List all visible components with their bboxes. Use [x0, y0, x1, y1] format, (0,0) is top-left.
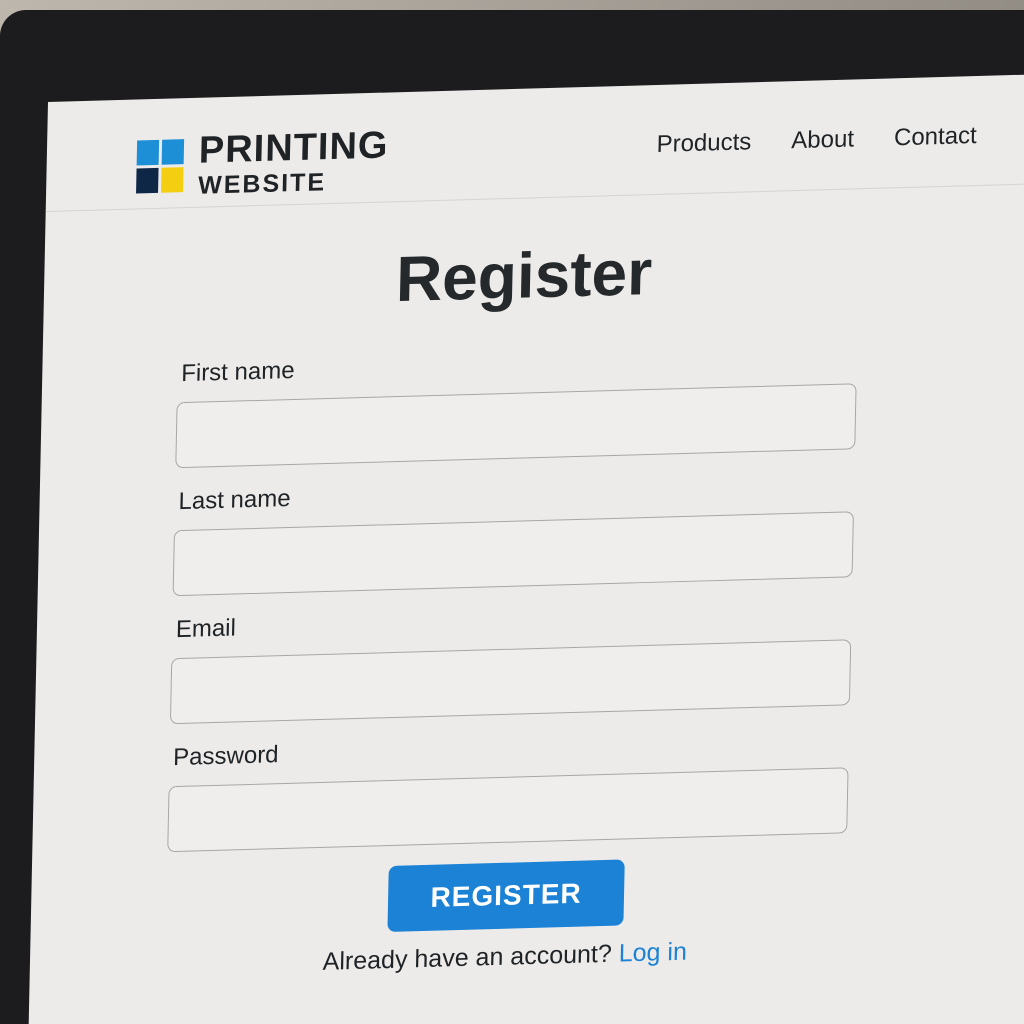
register-button[interactable]: REGISTER: [387, 859, 625, 933]
monitor-bezel: PRINTING WEBSITE Products About Contact …: [0, 10, 1024, 1024]
first-name-label: First name: [180, 356, 295, 388]
site-header: PRINTING WEBSITE Products About Contact: [45, 73, 1024, 212]
logo-line-1: PRINTING: [198, 124, 389, 172]
login-prompt-text: Already have an account?: [322, 939, 613, 976]
nav-about-link[interactable]: About: [791, 125, 854, 155]
nav-products-link[interactable]: Products: [656, 128, 751, 159]
last-name-label: Last name: [178, 484, 291, 516]
login-prompt: Already have an account? Log in: [165, 933, 846, 981]
last-name-group: Last name: [172, 469, 855, 597]
browser-screen: PRINTING WEBSITE Products About Contact …: [27, 73, 1024, 1024]
email-input[interactable]: [169, 639, 852, 725]
logo-line-2: WEBSITE: [197, 168, 327, 200]
email-group: Email: [169, 597, 852, 725]
main-nav: Products About Contact: [656, 122, 977, 159]
password-input[interactable]: [167, 767, 849, 853]
nav-contact-link[interactable]: Contact: [894, 122, 977, 152]
logo-text: PRINTING WEBSITE: [197, 124, 389, 200]
first-name-input[interactable]: [175, 383, 857, 469]
page-title: Register: [395, 236, 653, 316]
last-name-input[interactable]: [172, 511, 854, 597]
password-label: Password: [172, 741, 279, 772]
site-logo[interactable]: PRINTING WEBSITE: [136, 124, 389, 200]
logo-squares-icon: [136, 138, 185, 194]
login-link[interactable]: Log in: [618, 938, 687, 968]
first-name-group: First name: [175, 341, 857, 469]
submit-wrapper: REGISTER: [165, 853, 846, 938]
email-label: Email: [175, 614, 237, 644]
password-group: Password: [167, 725, 849, 853]
register-form: First name Last name Email Password REGI…: [165, 341, 858, 981]
